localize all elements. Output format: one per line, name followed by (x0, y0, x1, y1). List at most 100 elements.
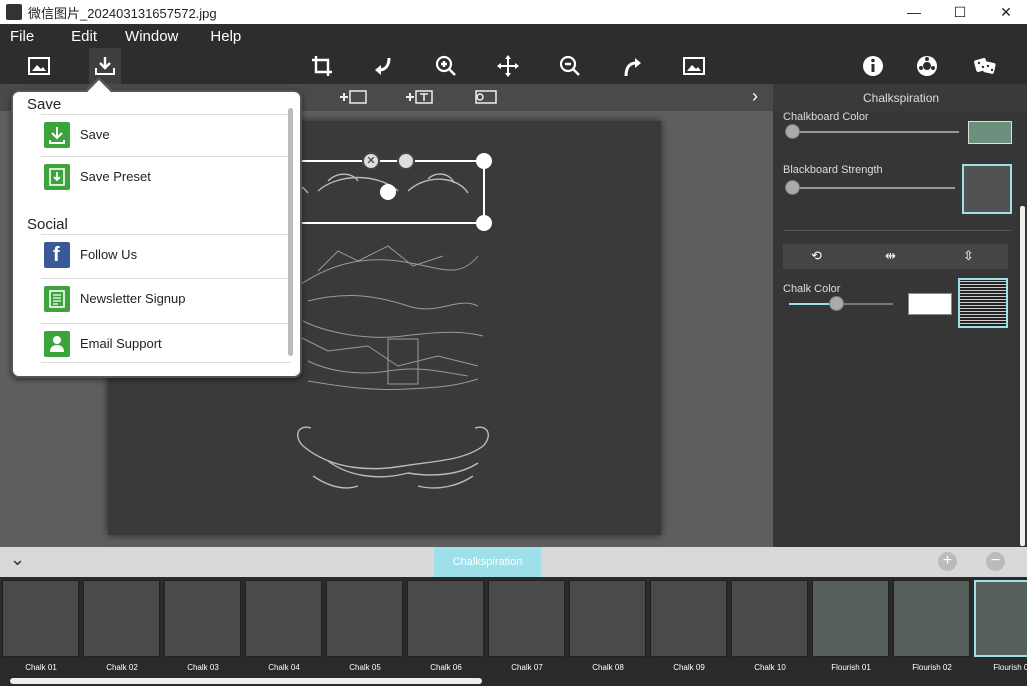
preset-thumbnail[interactable] (83, 580, 160, 657)
menu-item-save-preset-label: Save Preset (80, 169, 151, 184)
blackboard-texture-thumbnail[interactable] (962, 164, 1012, 214)
right-panel-header: Chalkspiration (773, 84, 1027, 111)
menu-help[interactable]: Help (188, 24, 251, 48)
save-download-icon[interactable] (89, 48, 121, 84)
close-button[interactable]: ✕ (983, 0, 1027, 24)
chalkboard-color-swatch[interactable] (968, 121, 1012, 144)
info-icon[interactable] (858, 51, 888, 81)
delete-layer-handle[interactable]: ✕ (362, 152, 380, 170)
menu-bar: File Edit Window Help (0, 24, 1027, 48)
move-icon[interactable] (493, 51, 523, 81)
add-frame-icon[interactable] (338, 88, 368, 111)
dropdown-scrollbar[interactable] (288, 108, 293, 356)
menu-item-newsletter-signup-label: Newsletter Signup (80, 291, 186, 306)
menu-item-save[interactable]: Save (41, 114, 291, 154)
menu-item-follow-us-label: Follow Us (80, 247, 138, 262)
save-preset-icon (44, 164, 70, 190)
preset-label: Chalk 10 (754, 663, 786, 672)
preset-thumbnail[interactable] (812, 580, 889, 657)
preset-label: Chalk 02 (106, 663, 138, 672)
preset-thumbnail[interactable] (407, 580, 484, 657)
resize-handle-bottom-right[interactable] (476, 215, 492, 231)
chalk-color-slider-knob[interactable] (828, 296, 844, 311)
flip-vertical-icon[interactable]: ⇳ (963, 248, 974, 264)
zoom-out-icon[interactable] (555, 51, 585, 81)
preset-thumbnail[interactable] (569, 580, 646, 657)
preset-thumbnail[interactable] (731, 580, 808, 657)
panel-scrollbar[interactable] (1020, 206, 1025, 546)
preset-thumbnail[interactable] (326, 580, 403, 657)
preset-strip: Chalk 01 Chalk 02 Chalk 03 Chalk 04 Chalk 05… (0, 577, 1027, 686)
menu-file[interactable]: File (0, 24, 44, 48)
preset-thumbnail[interactable] (245, 580, 322, 657)
chalkboard-color-slider-knob[interactable] (785, 124, 800, 139)
random-dice-icon[interactable] (970, 51, 1000, 81)
preset-thumbnail[interactable] (893, 580, 970, 657)
save-dropdown-menu: Save Save Save Preset Social f Follow Us… (11, 77, 302, 378)
preset-thumbnail[interactable] (2, 580, 79, 657)
divider (783, 230, 1011, 231)
preset-label: Chalk 05 (349, 663, 381, 672)
menu-window[interactable]: Window (107, 24, 188, 48)
preset-thumbnail[interactable] (974, 580, 1027, 657)
rotate-icon[interactable]: ⟲ (811, 248, 822, 264)
remove-preset-icon[interactable]: − (986, 552, 1005, 571)
preset-thumbnail[interactable] (488, 580, 565, 657)
menu-item-save-preset[interactable]: Save Preset (41, 156, 291, 196)
menu-item-follow-us[interactable]: f Follow Us (41, 234, 291, 274)
fit-image-icon[interactable] (679, 51, 709, 81)
resize-handle-top-right[interactable] (476, 153, 492, 169)
transform-button-bar: ⟲ ⇹ ⇳ (783, 244, 1008, 269)
strip-scrollbar[interactable] (10, 678, 482, 684)
duplicate-layer-handle[interactable] (397, 152, 415, 170)
image-icon[interactable] (24, 51, 54, 81)
chalk-texture-thumbnail[interactable] (958, 278, 1008, 328)
preset-label: Chalk 06 (430, 663, 462, 672)
add-preset-icon[interactable]: + (938, 552, 957, 571)
newsletter-icon (44, 286, 70, 312)
preset-label: Flourish 01 (831, 663, 871, 672)
menu-item-email-support-label: Email Support (80, 336, 162, 351)
chalk-color-label: Chalk Color (783, 283, 841, 295)
chalk-color-swatch[interactable] (908, 293, 952, 315)
menu-edit[interactable]: Edit (44, 24, 107, 48)
chevron-right-icon[interactable]: › (752, 86, 758, 107)
facebook-icon: f (44, 242, 70, 268)
redo-icon[interactable] (617, 51, 647, 81)
menu-item-email-support[interactable]: Email Support (41, 323, 291, 363)
settings-icon[interactable] (912, 51, 942, 81)
crop-icon[interactable] (307, 51, 337, 81)
app-icon (6, 4, 22, 20)
blackboard-strength-slider-knob[interactable] (785, 180, 800, 195)
preset-thumbnail[interactable] (650, 580, 727, 657)
add-text-icon[interactable] (404, 88, 434, 111)
preset-thumbnail[interactable] (164, 580, 241, 657)
chalkboard-color-slider-track[interactable] (787, 131, 959, 133)
menu-item-newsletter-signup[interactable]: Newsletter Signup (41, 278, 291, 318)
maximize-button[interactable]: ☐ (937, 0, 983, 24)
reset-icon[interactable] (470, 88, 500, 111)
email-support-icon (44, 331, 70, 357)
tab-chalkspiration[interactable]: Chalkspiration (434, 547, 541, 577)
move-layer-handle[interactable] (380, 184, 396, 200)
blackboard-strength-label: Blackboard Strength (783, 164, 883, 176)
flip-horizontal-icon[interactable]: ⇹ (885, 248, 896, 264)
collapse-chevron-icon[interactable]: ⌄ (10, 549, 25, 570)
social-section-heading: Social (27, 216, 68, 233)
minimize-button[interactable]: — (891, 0, 937, 24)
blackboard-strength-slider-track[interactable] (787, 187, 955, 189)
preset-label: Chalk 09 (673, 663, 705, 672)
save-icon (44, 122, 70, 148)
preset-label: Chalk 07 (511, 663, 543, 672)
chalkboard-color-label: Chalkboard Color (783, 111, 869, 123)
preset-label: Chalk 08 (592, 663, 624, 672)
zoom-in-icon[interactable] (431, 51, 461, 81)
preset-label: Flourish 02 (912, 663, 952, 672)
window-title: 微信图片_202403131657572.jpg (28, 6, 217, 21)
rotate-left-icon[interactable] (368, 51, 398, 81)
presets-bar: ⌄ Chalkspiration + − (0, 547, 1027, 577)
right-panel-title: Chalkspiration (863, 91, 940, 105)
preset-label: Flourish 03 (993, 663, 1027, 672)
title-bar: 微信图片_202403131657572.jpg — ☐ ✕ (0, 0, 1027, 24)
main-toolbar (0, 48, 1027, 84)
